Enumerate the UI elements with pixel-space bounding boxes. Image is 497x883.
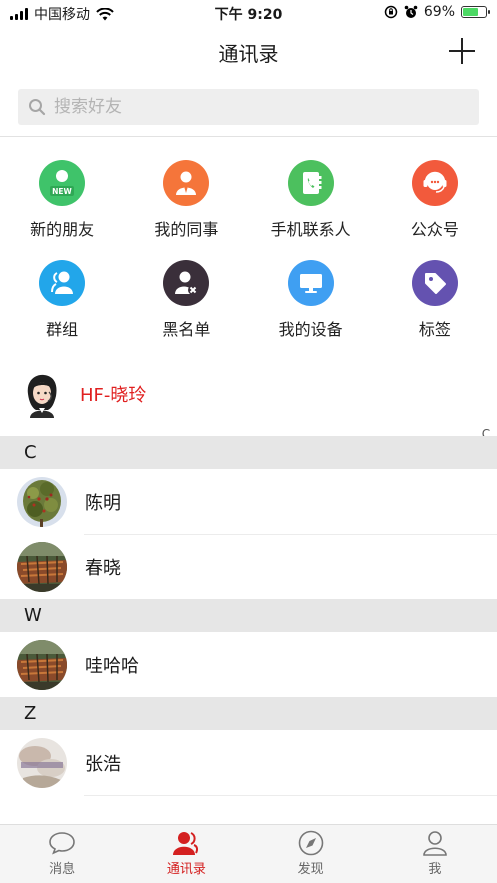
nav-bar: 通讯录 bbox=[0, 26, 497, 78]
grid-item-new-friends[interactable]: NEW 新的朋友 bbox=[0, 160, 124, 260]
contact-row[interactable]: 陈明 bbox=[0, 469, 497, 534]
contacts-screen: 中国移动 下午 9:20 69% 通讯录 搜索好友 NEW 新的朋友 我的同事 … bbox=[0, 0, 497, 883]
tab-bar: 消息 通讯录 发现 我 bbox=[0, 824, 497, 883]
phone-contacts-icon bbox=[287, 160, 334, 206]
chat-bubble-icon bbox=[49, 832, 75, 855]
new-friend-icon: NEW bbox=[39, 160, 86, 206]
tab-label: 消息 bbox=[49, 862, 76, 877]
svg-text:NEW: NEW bbox=[52, 187, 72, 196]
contact-name: 陈明 bbox=[85, 492, 121, 514]
search-icon bbox=[29, 99, 46, 116]
contact-name: 春晓 bbox=[85, 557, 121, 579]
tab-label: 我 bbox=[428, 862, 442, 877]
avatar bbox=[17, 737, 67, 788]
grid-item-official-accounts[interactable]: 公众号 bbox=[373, 160, 497, 260]
official-account-icon bbox=[411, 160, 458, 206]
special-contact-row[interactable]: HF-晓玲 bbox=[0, 364, 497, 424]
grid-item-label: 群组 bbox=[46, 320, 79, 339]
tab-label: 发现 bbox=[297, 862, 324, 877]
row-divider bbox=[84, 795, 497, 796]
alarm-icon bbox=[404, 5, 418, 18]
compass-icon bbox=[298, 830, 323, 856]
avatar bbox=[18, 370, 66, 418]
grid-item-my-devices[interactable]: 我的设备 bbox=[249, 260, 373, 360]
grid-item-label: 标签 bbox=[418, 320, 451, 339]
colleague-icon bbox=[163, 160, 210, 206]
divider bbox=[0, 136, 497, 137]
lock-rotation-icon bbox=[384, 5, 398, 19]
grid-item-label: 公众号 bbox=[410, 220, 459, 239]
battery-charging-icon bbox=[461, 6, 490, 18]
avatar bbox=[17, 541, 67, 592]
status-bar: 中国移动 下午 9:20 69% bbox=[0, 0, 497, 26]
group-icon bbox=[39, 260, 86, 306]
tab-contacts[interactable]: 通讯录 bbox=[124, 825, 248, 883]
tab-messages[interactable]: 消息 bbox=[0, 825, 124, 883]
function-grid: NEW 新的朋友 我的同事 手机联系人 公众号 群组 黑名单 我的设备 标签 bbox=[0, 160, 497, 360]
profile-icon bbox=[423, 831, 447, 856]
contact-name: 哇哈哈 bbox=[85, 655, 139, 677]
avatar bbox=[17, 476, 67, 527]
grid-item-label: 我的设备 bbox=[278, 320, 343, 339]
search-bar[interactable] bbox=[18, 89, 479, 125]
grid-item-label: 新的朋友 bbox=[30, 220, 95, 239]
contact-row[interactable]: 春晓 bbox=[0, 534, 497, 599]
grid-item-phone-contacts[interactable]: 手机联系人 bbox=[249, 160, 373, 260]
grid-item-blacklist[interactable]: 黑名单 bbox=[124, 260, 248, 360]
grid-item-colleagues[interactable]: 我的同事 bbox=[124, 160, 248, 260]
search-input[interactable] bbox=[54, 97, 434, 117]
grid-item-label: 黑名单 bbox=[162, 320, 211, 339]
grid-item-label: 手机联系人 bbox=[270, 220, 351, 239]
contact-row[interactable]: 哇哈哈 bbox=[0, 632, 497, 697]
grid-item-label: 我的同事 bbox=[154, 220, 219, 239]
tab-discover[interactable]: 发现 bbox=[249, 825, 373, 883]
grid-row: NEW 新的朋友 我的同事 手机联系人 公众号 bbox=[0, 160, 497, 260]
page-title: 通讯录 bbox=[218, 42, 279, 66]
section-header-w: W bbox=[0, 599, 497, 632]
device-icon bbox=[287, 260, 334, 306]
battery-percent: 69% bbox=[423, 4, 455, 20]
tag-icon bbox=[411, 260, 458, 306]
plus-icon[interactable] bbox=[449, 38, 475, 64]
grid-item-groups[interactable]: 群组 bbox=[0, 260, 124, 360]
contact-name: 张浩 bbox=[85, 753, 121, 775]
grid-item-tags[interactable]: 标签 bbox=[373, 260, 497, 360]
grid-row: 群组 黑名单 我的设备 标签 bbox=[0, 260, 497, 360]
section-header-c: C bbox=[0, 436, 497, 469]
section-header-z: Z bbox=[0, 697, 497, 730]
contacts-icon bbox=[173, 832, 199, 855]
contact-row[interactable]: 张浩 bbox=[0, 730, 497, 795]
special-contact-name: HF-晓玲 bbox=[80, 385, 147, 406]
tab-label: 通讯录 bbox=[166, 862, 206, 877]
tab-me[interactable]: 我 bbox=[373, 825, 497, 883]
status-right: 69% bbox=[384, 4, 490, 20]
avatar bbox=[17, 639, 67, 690]
blacklist-icon bbox=[163, 260, 210, 306]
